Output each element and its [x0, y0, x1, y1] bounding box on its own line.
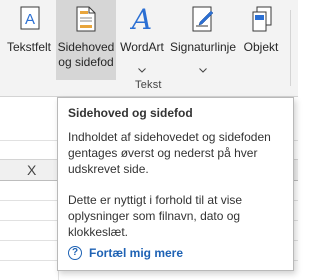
help-circle-icon: ?	[68, 246, 82, 260]
wordart-button[interactable]: A WordArt	[117, 0, 167, 80]
header-footer-label-line1: Sidehoved	[57, 40, 115, 54]
header-footer-label-line2: og sidefod	[58, 55, 114, 69]
object-label: Objekt	[243, 40, 279, 54]
group-label: Tekst	[135, 79, 162, 91]
tell-me-more-link[interactable]: ? Fortæl mig mere	[68, 246, 183, 260]
header-footer-icon	[76, 6, 96, 37]
textbox-icon: A	[20, 6, 40, 35]
signature-line-button[interactable]: Signaturlinje	[168, 0, 238, 80]
chevron-down-icon	[199, 60, 207, 78]
signature-line-icon	[192, 6, 216, 37]
textbox-button[interactable]: A Tekstfelt	[4, 0, 54, 80]
svg-text:A: A	[130, 4, 152, 34]
wordart-label: WordArt	[120, 40, 164, 54]
signature-line-label: Signaturlinje	[169, 40, 237, 54]
chevron-down-icon	[138, 60, 146, 78]
tooltip-title: Sidehoved og sidefod	[68, 106, 193, 120]
object-icon	[252, 6, 272, 37]
header-footer-button[interactable]: Sidehoved og sidefod	[56, 0, 116, 80]
group-divider	[290, 10, 291, 86]
tell-me-more-label: Fortæl mig mere	[89, 246, 184, 260]
header-footer-label: Sidehoved og sidefod	[56, 40, 116, 70]
column-header-x[interactable]: X	[27, 162, 36, 178]
ribbon-insert-text-group: A Tekstfelt Sidehoved og sidefod A WordA…	[0, 0, 298, 97]
tooltip-note: Dette er nyttigt i forhold til at vise o…	[68, 193, 243, 239]
tooltip: Sidehoved og sidefod Indholdet af sideho…	[57, 97, 294, 271]
textbox-label: Tekstfelt	[6, 40, 51, 54]
svg-text:A: A	[25, 11, 35, 28]
wordart-icon: A	[129, 3, 154, 39]
object-button[interactable]: Objekt	[240, 0, 282, 80]
tooltip-description: Indholdet af sidehovedet og sidefoden ge…	[68, 130, 271, 176]
